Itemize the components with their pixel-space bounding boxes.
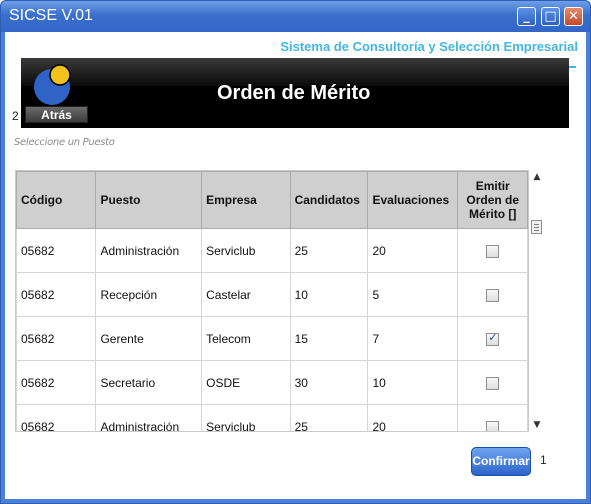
cell-evaluaciones: 5 bbox=[367, 272, 459, 317]
table-row[interactable]: 05682 Recepción Castelar 10 5 bbox=[16, 272, 528, 317]
column-header-emitir[interactable]: Emitir Orden de Mérito [] bbox=[457, 171, 528, 229]
cell-candidatos: 25 bbox=[289, 228, 369, 273]
confirm-button[interactable]: Confirmar bbox=[471, 447, 531, 476]
cell-emitir bbox=[457, 404, 528, 431]
cell-candidatos: 15 bbox=[289, 316, 369, 361]
cell-puesto: Gerente bbox=[95, 316, 203, 361]
system-subtitle: Sistema de Consultoría y Selección Empre… bbox=[280, 39, 578, 54]
cell-empresa: Castelar bbox=[201, 272, 291, 317]
column-header-evaluaciones[interactable]: Evaluaciones bbox=[367, 171, 459, 229]
table-row[interactable]: 05682 Secretario OSDE 30 10 bbox=[16, 360, 528, 405]
scroll-down-icon[interactable]: ▼ bbox=[530, 418, 544, 432]
title-bar[interactable]: SICSE V.01 _ □ ✕ bbox=[1, 1, 590, 32]
cell-empresa: Serviclub bbox=[201, 404, 291, 431]
close-button[interactable]: ✕ bbox=[564, 7, 583, 26]
column-header-empresa[interactable]: Empresa bbox=[201, 171, 291, 229]
close-icon: ✕ bbox=[568, 9, 579, 24]
cell-candidatos: 25 bbox=[289, 404, 369, 431]
checkbox-icon[interactable]: ✓ bbox=[486, 330, 500, 346]
cell-empresa: Serviclub bbox=[201, 228, 291, 273]
cell-codigo: 05682 bbox=[16, 360, 97, 405]
cell-codigo: 05682 bbox=[16, 272, 97, 317]
cell-emitir bbox=[457, 272, 528, 317]
minimize-icon: _ bbox=[523, 9, 530, 24]
checkmark-icon: ✓ bbox=[488, 330, 498, 344]
cell-candidatos: 10 bbox=[289, 272, 369, 317]
table-header-row: Código Puesto Empresa Candidatos Evaluac… bbox=[16, 171, 528, 229]
positions-table: Código Puesto Empresa Candidatos Evaluac… bbox=[15, 170, 529, 432]
table-scrollbar[interactable]: ▲ ▼ bbox=[530, 170, 544, 432]
cell-emitir: ✓ bbox=[457, 316, 528, 361]
column-header-candidatos[interactable]: Candidatos bbox=[289, 171, 369, 229]
cell-evaluaciones: 7 bbox=[367, 316, 459, 361]
checkbox-icon[interactable] bbox=[486, 420, 500, 431]
right-number-label: 1 bbox=[540, 453, 547, 467]
checkbox-icon[interactable] bbox=[486, 376, 500, 390]
maximize-button[interactable]: □ bbox=[541, 7, 560, 26]
cell-empresa: Telecom bbox=[201, 316, 291, 361]
maximize-icon: □ bbox=[544, 9, 557, 24]
cell-evaluaciones: 20 bbox=[367, 228, 459, 273]
page-title: Orden de Mérito bbox=[217, 82, 371, 104]
select-position-hint: Seleccione un Puesto bbox=[14, 137, 115, 148]
scrollbar-thumb[interactable] bbox=[531, 220, 542, 234]
column-header-puesto[interactable]: Puesto bbox=[95, 171, 203, 229]
circle-logo-icon bbox=[34, 64, 71, 105]
cell-empresa: OSDE bbox=[201, 360, 291, 405]
left-number-label: 2 bbox=[12, 109, 19, 123]
cell-codigo: 05682 bbox=[16, 316, 97, 361]
cell-puesto: Administración bbox=[95, 228, 203, 273]
table-row[interactable]: 05682 Administración Serviclub 25 20 bbox=[16, 228, 528, 273]
window-title: SICSE V.01 bbox=[9, 7, 93, 24]
scroll-up-icon[interactable]: ▲ bbox=[530, 170, 544, 184]
cell-puesto: Secretario bbox=[95, 360, 203, 405]
minimize-button[interactable]: _ bbox=[517, 7, 536, 26]
cell-codigo: 05682 bbox=[16, 228, 97, 273]
back-button[interactable]: Atrás bbox=[25, 106, 88, 123]
header-banner: Orden de Mérito Atrás bbox=[21, 58, 569, 128]
cell-emitir bbox=[457, 360, 528, 405]
app-window: SICSE V.01 _ □ ✕ Sistema de Consultoría … bbox=[0, 0, 591, 504]
cell-puesto: Recepción bbox=[95, 272, 203, 317]
table-row[interactable]: 05682 Administración Serviclub 25 20 bbox=[16, 404, 528, 431]
checkbox-icon[interactable] bbox=[486, 288, 500, 302]
column-header-codigo[interactable]: Código bbox=[16, 171, 97, 229]
cell-evaluaciones: 10 bbox=[367, 360, 459, 405]
window-content: Sistema de Consultoría y Selección Empre… bbox=[5, 32, 586, 499]
cell-emitir bbox=[457, 228, 528, 273]
cell-codigo: 05682 bbox=[16, 404, 97, 431]
cell-evaluaciones: 20 bbox=[367, 404, 459, 431]
table-row[interactable]: 05682 Gerente Telecom 15 7 ✓ bbox=[16, 316, 528, 361]
cell-candidatos: 30 bbox=[289, 360, 369, 405]
cell-puesto: Administración bbox=[95, 404, 203, 431]
checkbox-icon[interactable] bbox=[486, 244, 500, 258]
